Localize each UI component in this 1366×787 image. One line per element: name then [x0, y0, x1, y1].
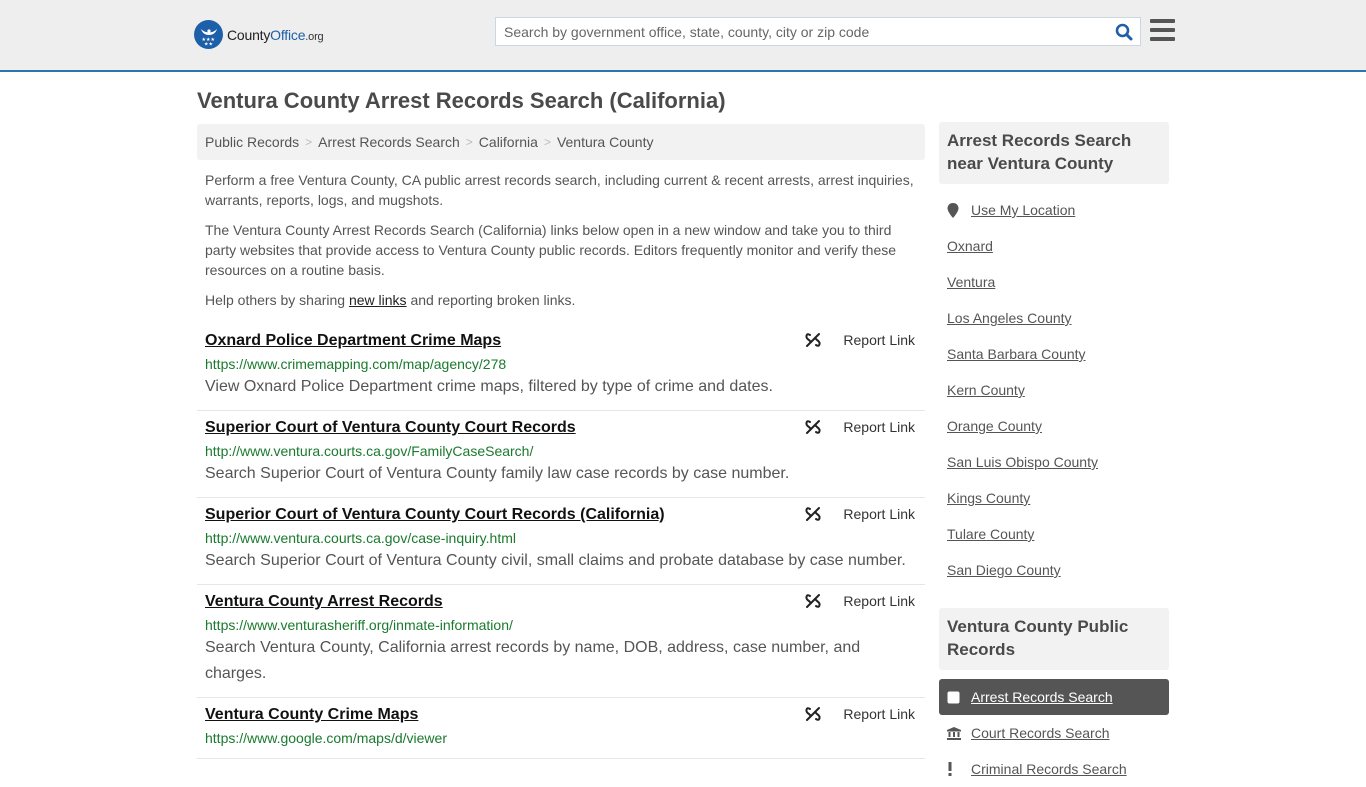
report-link-button[interactable]: Report Link: [805, 419, 915, 435]
nearby-item-tulare-county[interactable]: Tulare County: [947, 516, 1161, 552]
public-records-heading: Ventura County Public Records: [939, 608, 1169, 670]
nearby-item-oxnard[interactable]: Oxnard: [947, 228, 1161, 264]
search-button[interactable]: [1108, 18, 1140, 45]
search-bar: [495, 17, 1141, 46]
resource-link-item: Superior Court of Ventura County Court R…: [197, 498, 925, 585]
report-link-label: Report Link: [843, 332, 915, 348]
nearby-link[interactable]: Kern County: [947, 382, 1025, 398]
resource-link-item: Ventura County Crime Maps https://www.goo…: [197, 698, 925, 759]
report-link-button[interactable]: Report Link: [805, 706, 915, 722]
nearby-link[interactable]: Orange County: [947, 418, 1042, 434]
new-links-link[interactable]: new links: [349, 292, 407, 308]
page-title: Ventura County Arrest Records Search (Ca…: [197, 88, 726, 113]
resource-link-title[interactable]: Oxnard Police Department Crime Maps: [205, 330, 501, 352]
nearby-item-los-angeles-county[interactable]: Los Angeles County: [947, 300, 1161, 336]
broken-link-icon: [805, 332, 831, 348]
hamburger-menu-icon[interactable]: [1150, 19, 1175, 41]
breadcrumb-california[interactable]: California: [479, 134, 538, 150]
breadcrumb-ventura-county[interactable]: Ventura County: [557, 134, 654, 150]
resource-link-url: https://www.google.com/maps/d/viewer: [205, 730, 447, 746]
resource-link-url: https://www.venturasheriff.org/inmate-in…: [205, 617, 513, 633]
logo-text: CountyOffice.org: [227, 26, 324, 43]
search-input[interactable]: [496, 18, 1108, 45]
resource-link-description: Search Superior Court of Ventura County …: [205, 465, 790, 482]
resource-link-description: Search Ventura County, California arrest…: [205, 639, 861, 682]
resource-link-description: Search Superior Court of Ventura County …: [205, 552, 906, 569]
breadcrumb: Public Records > Arrest Records Search >…: [197, 124, 925, 160]
nearby-link[interactable]: Tulare County: [947, 526, 1034, 542]
breadcrumb-public-records[interactable]: Public Records: [205, 134, 299, 150]
report-link-button[interactable]: Report Link: [805, 593, 915, 609]
search-icon: [1115, 23, 1133, 40]
records-nav-arrest-records-search[interactable]: Arrest Records Search: [939, 679, 1169, 715]
report-link-label: Report Link: [843, 706, 915, 722]
broken-link-icon: [805, 506, 831, 522]
map-marker-icon: [947, 202, 971, 218]
intro-paragraph: The Ventura County Arrest Records Search…: [205, 222, 897, 278]
breadcrumb-separator: >: [305, 135, 313, 149]
square-icon: [947, 691, 971, 704]
resource-link-url: http://www.ventura.courts.ca.gov/case-in…: [205, 530, 516, 546]
nearby-item-ventura[interactable]: Ventura: [947, 264, 1161, 300]
eagle-logo-icon: ★★★ ★★: [194, 20, 223, 49]
resource-link-title[interactable]: Superior Court of Ventura County Court R…: [205, 417, 576, 439]
intro-text: Perform a free Ventura County, CA public…: [197, 170, 925, 310]
breadcrumb-separator: >: [465, 135, 473, 149]
nearby-list: Use My Location Oxnard Ventura Los Angeles…: [939, 184, 1169, 588]
nearby-item-santa-barbara-county[interactable]: Santa Barbara County: [947, 336, 1161, 372]
broken-link-icon: [805, 593, 831, 609]
breadcrumb-arrest-records-search[interactable]: Arrest Records Search: [318, 134, 460, 150]
broken-link-icon: [805, 706, 831, 722]
nearby-link[interactable]: San Luis Obispo County: [947, 454, 1098, 470]
main-content: Public Records > Arrest Records Search >…: [197, 124, 925, 759]
broken-link-icon: [805, 419, 831, 435]
nearby-link[interactable]: Oxnard: [947, 238, 993, 254]
records-nav-link[interactable]: Criminal Records Search: [971, 761, 1127, 777]
nearby-link[interactable]: Kings County: [947, 490, 1030, 506]
nearby-heading: Arrest Records Search near Ventura Count…: [939, 122, 1169, 184]
nearby-item-san-luis-obispo-county[interactable]: San Luis Obispo County: [947, 444, 1161, 480]
report-link-label: Report Link: [843, 419, 915, 435]
sidebar: Arrest Records Search near Ventura Count…: [939, 122, 1169, 787]
resource-link-item: Superior Court of Ventura County Court R…: [197, 411, 925, 498]
nearby-item-orange-county[interactable]: Orange County: [947, 408, 1161, 444]
report-link-label: Report Link: [843, 506, 915, 522]
nearby-item-kings-county[interactable]: Kings County: [947, 480, 1161, 516]
site-logo[interactable]: ★★★ ★★ CountyOffice.org: [194, 20, 324, 49]
share-links-paragraph: Help others by sharing new links and rep…: [205, 292, 576, 308]
report-link-button[interactable]: Report Link: [805, 332, 915, 348]
nearby-link[interactable]: Santa Barbara County: [947, 346, 1086, 362]
use-my-location-item[interactable]: Use My Location: [947, 192, 1161, 228]
intro-paragraph: Perform a free Ventura County, CA public…: [205, 172, 914, 208]
resource-link-url: https://www.crimemapping.com/map/agency/…: [205, 356, 507, 372]
nearby-item-san-diego-county[interactable]: San Diego County: [947, 552, 1161, 588]
resource-links-list: Oxnard Police Department Crime Maps https…: [197, 324, 925, 759]
nearby-link[interactable]: Ventura: [947, 274, 995, 290]
nearby-item-kern-county[interactable]: Kern County: [947, 372, 1161, 408]
nearby-link[interactable]: Los Angeles County: [947, 310, 1072, 326]
site-header: ★★★ ★★ CountyOffice.org: [0, 0, 1366, 72]
resource-link-url: http://www.ventura.courts.ca.gov/FamilyC…: [205, 443, 534, 459]
exclamation-icon: [947, 762, 971, 776]
resource-link-item: Oxnard Police Department Crime Maps https…: [197, 324, 925, 411]
records-nav-criminal-records-search[interactable]: Criminal Records Search: [939, 751, 1169, 787]
report-link-button[interactable]: Report Link: [805, 506, 915, 522]
resource-link-title[interactable]: Superior Court of Ventura County Court R…: [205, 504, 665, 526]
resource-link-title[interactable]: Ventura County Crime Maps: [205, 704, 418, 726]
courthouse-icon: [947, 726, 971, 740]
public-records-nav: Arrest Records Search Court Records Searc…: [939, 679, 1169, 787]
resource-link-description: View Oxnard Police Department crime maps…: [205, 378, 773, 395]
breadcrumb-separator: >: [543, 135, 551, 149]
records-nav-link[interactable]: Arrest Records Search: [971, 689, 1113, 705]
records-nav-link[interactable]: Court Records Search: [971, 725, 1110, 741]
nearby-link[interactable]: San Diego County: [947, 562, 1061, 578]
resource-link-item: Ventura County Arrest Records https://www…: [197, 585, 925, 698]
report-link-label: Report Link: [843, 593, 915, 609]
records-nav-court-records-search[interactable]: Court Records Search: [939, 715, 1169, 751]
resource-link-title[interactable]: Ventura County Arrest Records: [205, 591, 443, 613]
svg-text:★★: ★★: [204, 41, 213, 46]
use-my-location-link[interactable]: Use My Location: [971, 202, 1075, 218]
